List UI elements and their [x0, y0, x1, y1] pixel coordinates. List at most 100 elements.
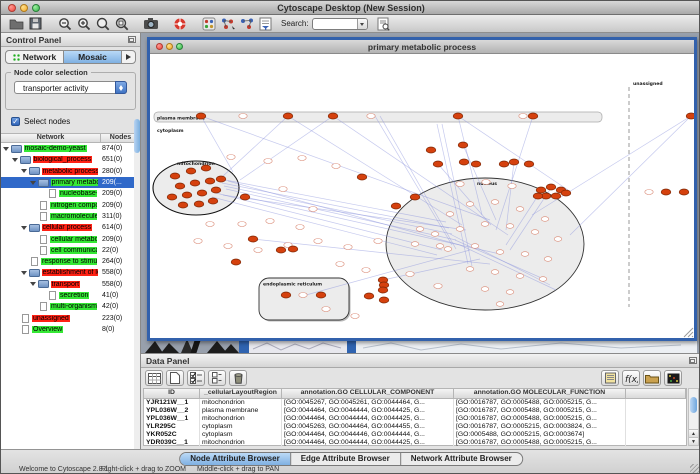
network-node-unselected[interactable] [309, 207, 317, 212]
network-node-highlighted[interactable] [328, 113, 338, 119]
zoom-selected-button[interactable] [94, 16, 111, 32]
network-node-unselected[interactable] [314, 239, 322, 244]
unselect-attributes-button[interactable] [208, 370, 226, 386]
network-node-unselected[interactable] [344, 245, 352, 250]
nucleus-node[interactable] [539, 277, 547, 282]
nucleus-node[interactable] [416, 227, 424, 232]
network-node-unselected[interactable] [227, 155, 235, 160]
network-node-unselected[interactable] [374, 239, 382, 244]
search-input[interactable] [312, 18, 368, 30]
network-node-unselected[interactable] [434, 284, 442, 289]
table-row[interactable]: YJR121W__1mitochondrion[GO:0045267, GO:0… [144, 399, 686, 407]
nucleus-node[interactable] [481, 222, 489, 227]
network-node-highlighted[interactable] [196, 113, 206, 119]
network-node-highlighted[interactable] [201, 165, 211, 171]
network-node-highlighted[interactable] [248, 236, 258, 242]
network-node-unselected[interactable] [298, 156, 306, 161]
network-node-highlighted[interactable] [379, 297, 389, 303]
nucleus-node[interactable] [496, 302, 504, 307]
nucleus-node[interactable] [516, 207, 524, 212]
nucleus-node[interactable] [471, 244, 479, 249]
filter-button[interactable] [257, 16, 274, 32]
network-node-highlighted[interactable] [410, 194, 420, 200]
tree-row[interactable]: response to stimulu264(0) [1, 256, 134, 267]
network-node-highlighted[interactable] [186, 168, 196, 174]
nucleus-node[interactable] [491, 200, 499, 205]
notes-button[interactable] [601, 370, 619, 386]
canvas-resize-grip[interactable] [692, 336, 693, 337]
tree-scrollbar-thumb[interactable] [134, 119, 140, 153]
select-nodes-checkbox[interactable]: ✓ [11, 117, 20, 126]
snapshot-button[interactable] [142, 16, 159, 32]
nucleus-node[interactable] [496, 250, 504, 255]
network-node-unselected[interactable] [482, 180, 490, 185]
tree-row[interactable]: cell communicat22(0) [1, 245, 134, 256]
network-node-unselected[interactable] [322, 307, 330, 312]
zoom-out-button[interactable] [56, 16, 73, 32]
network-node-highlighted[interactable] [528, 113, 538, 119]
column-header[interactable]: annotation.GO MOLECULAR_FUNCTION [454, 389, 626, 398]
column-header[interactable]: annotation.GO CELLULAR_COMPONENT [282, 389, 454, 398]
network-node-highlighted[interactable] [561, 190, 571, 196]
tree-row[interactable]: secretion41(0) [1, 290, 134, 301]
network-node-highlighted[interactable] [524, 161, 534, 167]
scroll-up-icon[interactable]: ▲ [689, 429, 698, 437]
network-node-highlighted[interactable] [391, 203, 401, 209]
network-node-highlighted[interactable] [661, 189, 671, 195]
expand-arrow-icon[interactable] [21, 271, 27, 275]
network-node-unselected[interactable] [264, 159, 272, 164]
select-attributes-button[interactable] [187, 370, 205, 386]
nucleus-node[interactable] [466, 202, 474, 207]
tree-row[interactable]: cellular metabo209(0) [1, 233, 134, 244]
network-canvas[interactable]: plasma membranecytoplasmmitochondrionnuc… [150, 54, 694, 338]
network-node-unselected[interactable] [508, 184, 516, 189]
tree-row[interactable]: transport558(0) [1, 279, 134, 290]
network-node-highlighted[interactable] [378, 287, 388, 293]
network-edge[interactable] [532, 116, 691, 215]
tree-row[interactable]: unassigned223(0) [1, 312, 134, 323]
table-row[interactable]: YKR052Ccytoplasm[GO:0044464, GO:0044446,… [144, 431, 686, 439]
tree-header-network[interactable]: Network [1, 134, 101, 142]
expand-arrow-icon[interactable] [30, 181, 36, 185]
network-node-highlighted[interactable] [170, 173, 180, 179]
matrix-button[interactable] [664, 370, 682, 386]
nucleus-node[interactable] [431, 232, 439, 237]
network-window-titlebar[interactable]: primary metabolic process [150, 40, 694, 54]
network-node-highlighted[interactable] [533, 193, 543, 199]
network-node-highlighted[interactable] [288, 246, 298, 252]
delete-attribute-button[interactable] [229, 370, 247, 386]
network-node-highlighted[interactable] [190, 180, 200, 186]
nucleus-node[interactable] [436, 244, 444, 249]
network-node-highlighted[interactable] [459, 159, 469, 165]
network-node-highlighted[interactable] [679, 189, 689, 195]
nucleus-node[interactable] [444, 247, 452, 252]
network-edge[interactable] [222, 116, 288, 177]
float-panel-icon[interactable] [128, 36, 136, 43]
zoom-in-button[interactable] [75, 16, 92, 32]
layout-2-button[interactable] [238, 16, 255, 32]
network-node-unselected[interactable] [266, 219, 274, 224]
network-node-unselected[interactable] [332, 164, 340, 169]
network-node-unselected[interactable] [456, 182, 464, 187]
enhanced-search-button[interactable] [375, 16, 392, 32]
expand-arrow-icon[interactable] [21, 169, 27, 173]
scroll-down-icon[interactable]: ▼ [689, 437, 698, 445]
network-node-highlighted[interactable] [316, 292, 326, 298]
table-scrollbar[interactable]: ▲ ▼ [688, 388, 699, 446]
attribute-browser-tab[interactable]: Node Attribute Browser [180, 453, 291, 465]
table-row[interactable]: YDR039C__1mitochondrion[GO:0044464, GO:0… [144, 439, 686, 447]
window-resize-grip[interactable] [690, 464, 700, 474]
tree-row[interactable]: primary metabo209(... [1, 177, 134, 188]
network-node-highlighted[interactable] [499, 161, 509, 167]
tree-row[interactable]: mosaic-demo-yeast874(0) [1, 143, 134, 154]
tree-row[interactable]: establishment of lo558(0) [1, 267, 134, 278]
network-node-unselected[interactable] [336, 262, 344, 267]
network-node-highlighted[interactable] [453, 113, 463, 119]
nucleus-node[interactable] [491, 270, 499, 275]
expand-arrow-icon[interactable] [30, 282, 36, 286]
network-node-highlighted[interactable] [178, 202, 188, 208]
tab-overflow-arrow-icon[interactable] [122, 51, 135, 63]
network-node-unselected[interactable] [406, 272, 414, 277]
attribute-table-button[interactable] [145, 370, 163, 386]
search-dropdown-arrow-icon[interactable] [357, 19, 367, 29]
